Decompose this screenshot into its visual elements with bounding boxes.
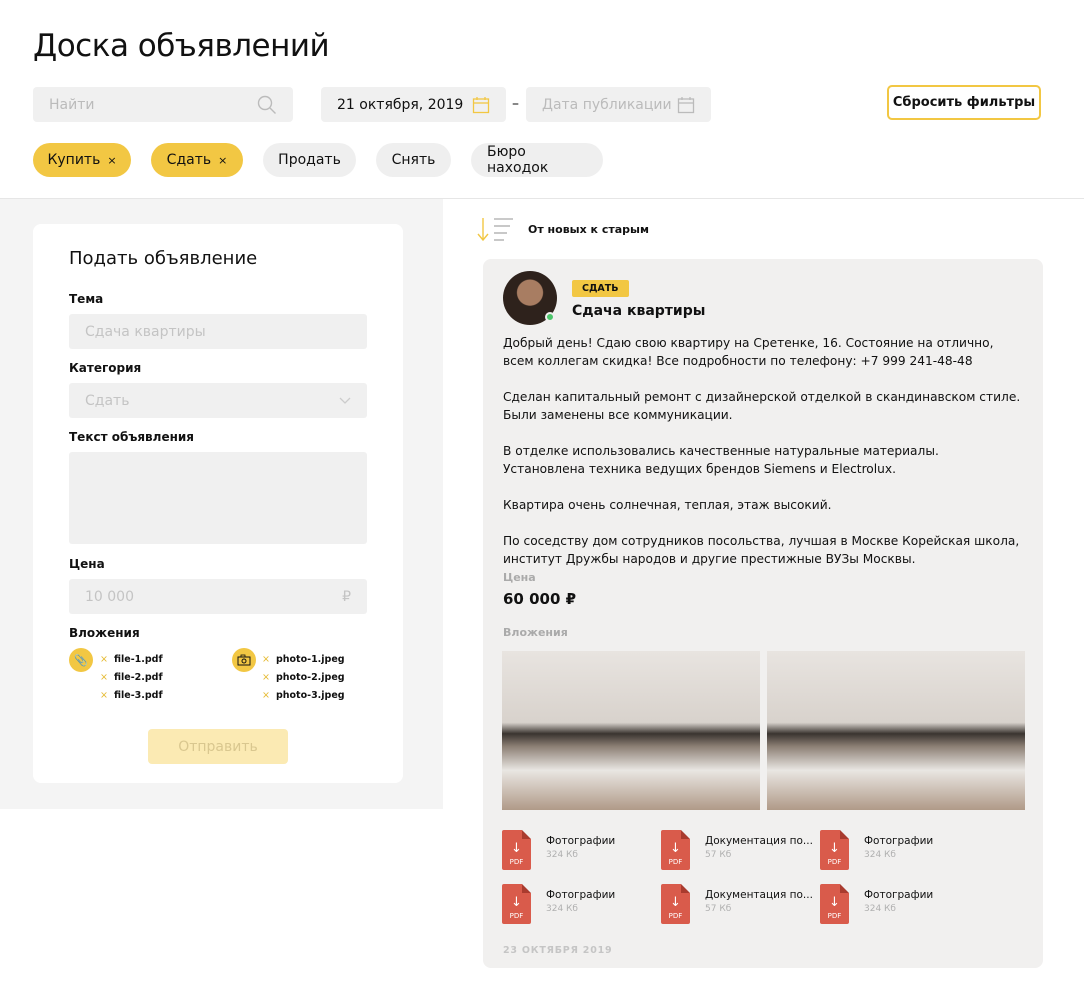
topic-input[interactable]: Сдача квартиры — [69, 314, 367, 349]
post-paragraph: По соседству дом сотрудников посольства,… — [503, 534, 1020, 566]
close-icon[interactable]: × — [107, 154, 116, 167]
post-price: 60 000 ₽ — [503, 590, 577, 608]
file-attachment[interactable]: ↓ PDF Фотографии 324 Кб — [820, 830, 933, 870]
file-name: Документация по... — [705, 889, 813, 901]
chip-label: Купить — [47, 152, 101, 168]
attachment-file: × file-1.pdf — [100, 654, 163, 665]
chip-label: Сдать — [166, 152, 212, 168]
sort-icon — [477, 218, 513, 242]
file-name: Фотографии — [546, 835, 616, 847]
reset-filters-button[interactable]: Сбросить фильтры — [887, 85, 1041, 120]
date-from-value: 21 октября, 2019 — [337, 96, 464, 113]
currency-sign: ₽ — [342, 588, 351, 605]
form-title: Подать объявление — [69, 248, 258, 269]
online-status-icon — [545, 312, 555, 322]
chip-label: Снять — [391, 152, 436, 168]
attachments-label: Вложения — [503, 626, 568, 639]
file-size: 57 Кб — [705, 850, 732, 860]
calendar-icon[interactable] — [677, 96, 695, 114]
file-size: 57 Кб — [705, 904, 732, 914]
file-attachment[interactable]: ↓ PDF Документация по... 57 Кб — [661, 884, 813, 924]
file-attachment[interactable]: ↓ PDF Фотографии 324 Кб — [502, 884, 615, 924]
sort-toggle[interactable]: От новых к старым — [476, 216, 649, 242]
chip-rent-out[interactable]: Сдать × — [151, 143, 243, 177]
file-size: 324 Кб — [864, 904, 896, 914]
price-label: Цена — [69, 557, 105, 571]
date-from-input[interactable]: 21 октября, 2019 — [321, 87, 506, 122]
chip-sell[interactable]: Продать — [263, 143, 356, 177]
remove-icon[interactable]: × — [262, 672, 270, 683]
post-paragraph: Квартира очень солнечная, теплая, этаж в… — [503, 498, 832, 512]
date-to-input[interactable]: Дата публикации — [526, 87, 711, 122]
topic-label: Тема — [69, 292, 104, 306]
apartment-photo[interactable] — [767, 651, 1025, 810]
search-input[interactable]: Найти — [33, 87, 293, 122]
chip-label: Продать — [278, 152, 341, 168]
price-label: Цена — [503, 571, 536, 584]
attachment-file: × file-3.pdf — [100, 690, 163, 701]
file-size: 324 Кб — [546, 904, 578, 914]
chip-rent[interactable]: Снять — [376, 143, 451, 177]
attachments-label: Вложения — [69, 626, 140, 640]
pdf-download-icon: ↓ PDF — [820, 830, 849, 870]
search-placeholder: Найти — [49, 96, 95, 113]
post-body: Добрый день! Сдаю свою квартиру на Срете… — [503, 334, 1023, 568]
price-placeholder: 10 000 — [85, 588, 134, 605]
text-label: Текст объявления — [69, 430, 194, 444]
page-title: Доска объявлений — [33, 28, 330, 64]
pdf-download-icon: ↓ PDF — [661, 884, 690, 924]
attachment-photo: × photo-1.jpeg — [262, 654, 345, 665]
file-name: Фотографии — [864, 889, 934, 901]
file-name: Документация по... — [705, 835, 813, 847]
chip-buy[interactable]: Купить × — [33, 143, 131, 177]
pdf-download-icon: ↓ PDF — [502, 830, 531, 870]
file-size: 324 Кб — [864, 850, 896, 860]
post-paragraph: Добрый день! Сдаю свою квартиру на Срете… — [503, 336, 994, 368]
post-title: Сдача квартиры — [572, 303, 706, 319]
pdf-download-icon: ↓ PDF — [502, 884, 531, 924]
remove-icon[interactable]: × — [100, 690, 108, 701]
post-card: СДАТЬ Сдача квартиры Добрый день! Сдаю с… — [483, 259, 1043, 968]
topic-placeholder: Сдача квартиры — [85, 323, 206, 340]
submit-button[interactable]: Отправить — [148, 729, 288, 764]
file-size: 324 Кб — [546, 850, 578, 860]
calendar-icon[interactable] — [472, 96, 490, 114]
file-name: Фотографии — [864, 835, 934, 847]
paperclip-icon[interactable]: 📎 — [69, 648, 93, 672]
remove-icon[interactable]: × — [100, 654, 108, 665]
file-name: Фотографии — [546, 889, 616, 901]
date-separator: – — [512, 96, 519, 112]
sort-label: От новых к старым — [528, 222, 649, 236]
file-attachment[interactable]: ↓ PDF Фотографии 324 Кб — [502, 830, 615, 870]
remove-icon[interactable]: × — [262, 654, 270, 665]
category-select[interactable]: Сдать — [69, 383, 367, 418]
attachment-photo: × photo-2.jpeg — [262, 672, 345, 683]
pdf-download-icon: ↓ PDF — [661, 830, 690, 870]
chevron-down-icon — [339, 397, 351, 404]
pdf-download-icon: ↓ PDF — [820, 884, 849, 924]
remove-icon[interactable]: × — [100, 672, 108, 683]
close-icon[interactable]: × — [218, 154, 227, 167]
attachment-file: × file-2.pdf — [100, 672, 163, 683]
apartment-photo[interactable] — [502, 651, 760, 810]
search-icon[interactable] — [257, 95, 277, 115]
file-attachment[interactable]: ↓ PDF Фотографии 324 Кб — [820, 884, 933, 924]
post-paragraph: Сделан капитальный ремонт с дизайнерской… — [503, 390, 1021, 422]
remove-icon[interactable]: × — [262, 690, 270, 701]
category-value: Сдать — [85, 392, 130, 409]
date-to-placeholder: Дата публикации — [542, 96, 672, 113]
new-ad-form: Подать объявление Тема Сдача квартиры Ка… — [33, 224, 403, 783]
category-label: Категория — [69, 361, 142, 375]
post-paragraph: В отделке использовались качественные на… — [503, 444, 939, 476]
camera-icon[interactable] — [232, 648, 256, 672]
chip-label: Бюро находок — [487, 144, 549, 176]
file-attachment[interactable]: ↓ PDF Документация по... 57 Кб — [661, 830, 813, 870]
post-date: 23 ОКТЯБРЯ 2019 — [503, 945, 613, 956]
text-input[interactable] — [69, 452, 367, 544]
price-input[interactable]: 10 000 ₽ — [69, 579, 367, 614]
category-badge: СДАТЬ — [572, 280, 629, 297]
attachment-photo: × photo-3.jpeg — [262, 690, 345, 701]
chip-lost-found[interactable]: Бюро находок — [471, 143, 603, 177]
